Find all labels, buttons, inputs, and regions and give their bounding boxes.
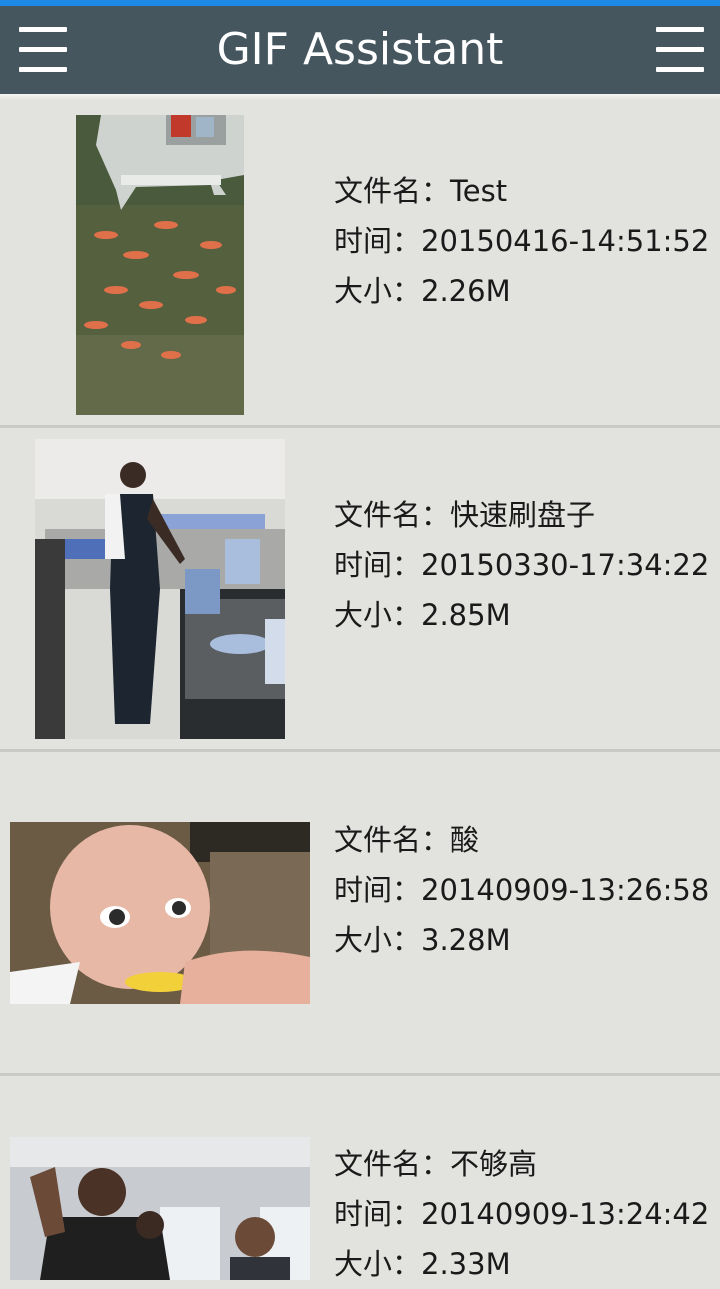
file-info: 文件名：不够高 时间：20140909-13:24:42 大小：2.33M [334,1139,709,1289]
file-size-line: 大小：2.85M [334,598,511,632]
file-name: 快速刷盘子 [450,498,596,532]
gif-thumbnail[interactable] [10,822,310,1004]
file-time: 20140909-13:24:42 [421,1197,710,1231]
file-name-line: 文件名：快速刷盘子 [334,498,596,532]
file-info: 文件名：快速刷盘子 时间：20150330-17:34:22 大小：2.85M [334,490,709,640]
gif-thumbnail[interactable] [10,1137,310,1280]
file-size: 2.33M [421,1247,511,1281]
file-size-line: 大小：2.33M [334,1247,511,1281]
file-time: 20150330-17:34:22 [421,548,710,582]
file-name: 酸 [450,823,480,857]
file-size: 2.85M [421,598,511,632]
gif-thumbnail[interactable] [76,115,244,415]
file-time-line: 时间：20140909-13:24:42 [334,1197,710,1231]
list-item[interactable]: 文件名：酸 时间：20140909-13:26:58 大小：3.28M [0,752,720,1073]
file-name: 不够高 [450,1147,538,1181]
file-info: 文件名：Test 时间：20150416-14:51:52 大小：2.26M [334,166,709,316]
file-time-line: 时间：20150330-17:34:22 [334,548,710,582]
app-bar: GIF Assistant [0,6,720,94]
file-name-line: 文件名：不够高 [334,1147,538,1181]
file-time: 20150416-14:51:52 [421,224,710,258]
list-item[interactable]: 文件名：不够高 时间：20140909-13:24:42 大小：2.33M [0,1076,720,1281]
file-name-line: 文件名：Test [334,174,508,208]
file-name: Test [450,174,508,208]
gif-thumbnail[interactable] [35,439,285,739]
file-size: 3.28M [421,923,511,957]
file-name-line: 文件名：酸 [334,823,480,857]
file-time: 20140909-13:26:58 [421,873,710,907]
list-item[interactable]: 文件名：快速刷盘子 时间：20150330-17:34:22 大小：2.85M [0,428,720,749]
app-title: GIF Assistant [216,24,504,75]
file-time-line: 时间：20140909-13:26:58 [334,873,710,907]
file-size-line: 大小：3.28M [334,923,511,957]
file-time-line: 时间：20150416-14:51:52 [334,224,710,258]
file-info: 文件名：酸 时间：20140909-13:26:58 大小：3.28M [334,815,709,965]
file-size-line: 大小：2.26M [334,274,511,308]
list-item[interactable]: 文件名：Test 时间：20150416-14:51:52 大小：2.26M [0,100,720,425]
right-menu-icon[interactable] [656,26,704,72]
file-size: 2.26M [421,274,511,308]
